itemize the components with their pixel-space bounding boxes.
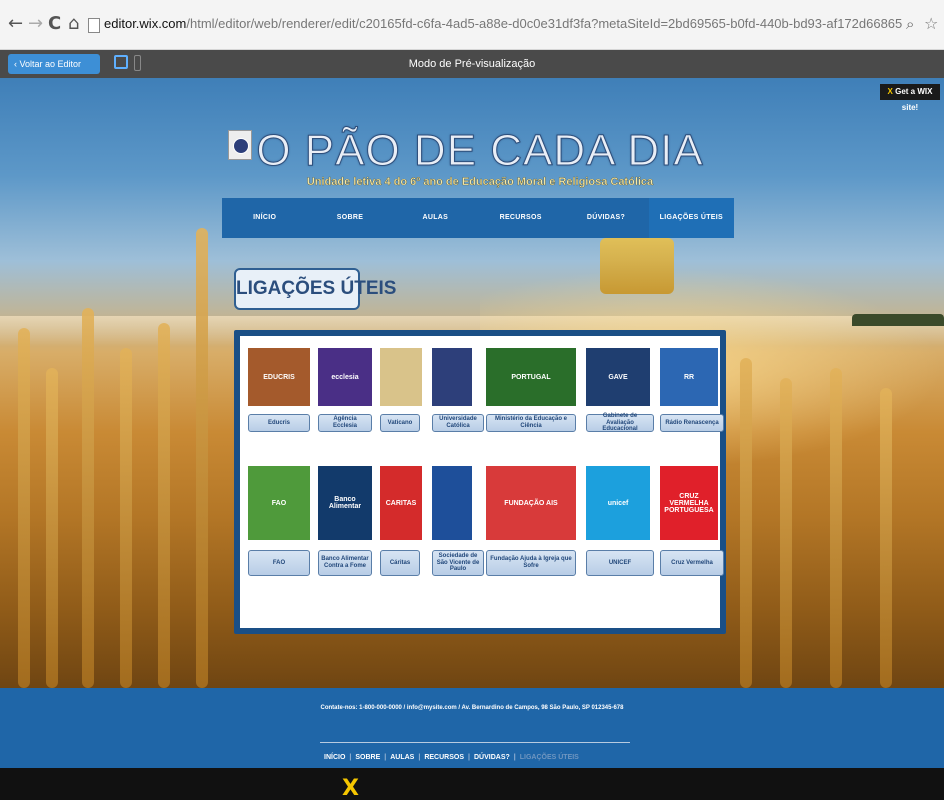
browser-toolbar: ← → C ⌂ editor.wix.com/html/editor/web/r… bbox=[0, 0, 944, 50]
wix-preview-bar: Modo de Pré-visualização ‹ Voltar ao Edi… bbox=[0, 50, 944, 78]
wheat-stalk bbox=[82, 308, 94, 688]
link-button[interactable]: Cruz Vermelha bbox=[660, 550, 724, 576]
wheat-stalk bbox=[18, 328, 30, 688]
wheat-stalk bbox=[880, 388, 892, 688]
page-icon bbox=[88, 18, 100, 33]
link-logo-image[interactable]: ecclesia bbox=[318, 348, 372, 406]
link-button[interactable]: Banco Alimentar Contra a Fome bbox=[318, 550, 372, 576]
back-to-editor-button[interactable]: ‹ Voltar ao Editor bbox=[8, 54, 100, 74]
footer-nav-sobre[interactable]: SOBRE bbox=[355, 754, 380, 761]
link-button[interactable]: Vaticano bbox=[380, 414, 420, 432]
back-arrow-icon[interactable]: ← bbox=[8, 14, 23, 34]
link-button[interactable]: Cáritas bbox=[380, 550, 420, 576]
menu-item-sobre[interactable]: SOBRE bbox=[307, 198, 392, 238]
link-logo-text: CARITAS bbox=[385, 499, 417, 507]
wix-logo-icon[interactable]: X bbox=[342, 776, 359, 801]
url-host: editor.wix.com bbox=[104, 16, 187, 31]
url-path: /html/editor/web/renderer/edit/c20165fd-… bbox=[186, 16, 902, 31]
site-title: O PÃO DE CADA DIA bbox=[256, 126, 704, 176]
get-wix-button[interactable]: X Get a WIX site! bbox=[880, 84, 940, 112]
link-logo-image[interactable]: PORTUGAL bbox=[486, 348, 576, 406]
link-button[interactable]: Agência Ecclesia bbox=[318, 414, 372, 432]
star-icon[interactable]: ☆ bbox=[924, 14, 938, 33]
footer-nav: INÍCIO | SOBRE | AULAS | RECURSOS | DÚVIDAS? | LIG… bbox=[324, 754, 579, 761]
footer-nav-inicio[interactable]: INÍCIO bbox=[324, 754, 345, 761]
magnifier-icon[interactable]: ⌕ bbox=[906, 15, 914, 33]
link-button[interactable]: Sociedade de São Vicente de Paulo bbox=[432, 550, 484, 576]
link-logo-text: ecclesia bbox=[331, 373, 359, 381]
link-logo-text: EDUCRIS bbox=[263, 373, 295, 381]
link-logo-text: unicef bbox=[607, 499, 629, 507]
wheat-stalk bbox=[830, 368, 842, 688]
page-heading: LIGAÇÕES ÚTEIS bbox=[234, 268, 396, 310]
links-grid: EDUCRIS Educris ecclesia Agência Ecclesia Va… bbox=[240, 336, 724, 628]
footer-nav-aulas[interactable]: AULAS bbox=[390, 754, 414, 761]
link-logo-text: PORTUGAL bbox=[511, 373, 551, 381]
reload-icon[interactable]: C bbox=[48, 14, 61, 34]
main-menu: INÍCIO SOBRE AULAS RECURSOS DÚVIDAS? LIG… bbox=[222, 198, 734, 238]
footer-nav-ligacoes[interactable]: LIGAÇÕES ÚTEIS bbox=[520, 754, 579, 761]
wheat-stalk bbox=[196, 228, 208, 688]
menu-item-ligacoes-uteis[interactable]: LIGAÇÕES ÚTEIS bbox=[648, 198, 734, 238]
menu-item-duvidas[interactable]: DÚVIDAS? bbox=[563, 198, 648, 238]
link-logo-image[interactable] bbox=[380, 348, 422, 406]
links-panel: EDUCRIS Educris ecclesia Agência Ecclesia Va… bbox=[234, 330, 726, 634]
link-logo-image[interactable]: unicef bbox=[586, 466, 650, 540]
link-logo-text: FUNDAÇÃO AIS bbox=[504, 499, 558, 507]
footer-contact: Contate-nos: 1-800-000-0000 / info@mysit… bbox=[320, 705, 624, 711]
link-logo-image[interactable]: CRUZ VERMELHA PORTUGUESA bbox=[660, 466, 718, 540]
link-logo-image[interactable]: Banco Alimentar bbox=[318, 466, 372, 540]
site-logo[interactable] bbox=[228, 130, 252, 160]
wheat-stalk bbox=[120, 348, 132, 688]
link-logo-image[interactable]: EDUCRIS bbox=[248, 348, 310, 406]
wheat-stalk bbox=[740, 358, 752, 688]
link-button[interactable]: Rádio Renascença bbox=[660, 414, 724, 432]
link-button[interactable]: FAO bbox=[248, 550, 310, 576]
link-logo-text: FAO bbox=[271, 499, 287, 507]
globe-icon bbox=[233, 138, 249, 154]
wheat-stalk bbox=[46, 368, 58, 688]
address-bar[interactable]: editor.wix.com/html/editor/web/renderer/… bbox=[104, 16, 902, 31]
preview-mode-label: Modo de Pré-visualização bbox=[408, 58, 536, 70]
link-logo-text: Banco Alimentar bbox=[328, 496, 362, 510]
link-button[interactable]: Ministério da Educação e Ciência bbox=[486, 414, 576, 432]
link-button[interactable]: Gabinete de Avaliação Educacional bbox=[586, 413, 654, 432]
link-logo-image[interactable] bbox=[432, 466, 472, 540]
link-button[interactable]: Educris bbox=[248, 414, 310, 432]
wheat-stalk bbox=[780, 378, 792, 688]
link-logo-image[interactable]: RR bbox=[660, 348, 718, 406]
link-logo-image[interactable] bbox=[432, 348, 472, 406]
desktop-view-icon[interactable] bbox=[114, 55, 128, 69]
wix-bottom-bar bbox=[0, 768, 944, 800]
home-icon[interactable]: ⌂ bbox=[68, 14, 79, 34]
link-logo-image[interactable]: FUNDAÇÃO AIS bbox=[486, 466, 576, 540]
forward-arrow-icon[interactable]: → bbox=[28, 14, 43, 34]
link-logo-text: GAVE bbox=[608, 373, 628, 381]
link-button[interactable]: Universidade Católica bbox=[432, 414, 484, 432]
mobile-view-icon[interactable] bbox=[134, 55, 141, 71]
menu-item-aulas[interactable]: AULAS bbox=[393, 198, 478, 238]
link-logo-text: CRUZ VERMELHA PORTUGUESA bbox=[664, 492, 714, 514]
harvester-image bbox=[600, 238, 674, 294]
back-to-editor-label: Voltar ao Editor bbox=[19, 59, 82, 69]
footer-nav-duvidas[interactable]: DÚVIDAS? bbox=[474, 754, 510, 761]
menu-item-recursos[interactable]: RECURSOS bbox=[478, 198, 563, 238]
site-subtitle: Unidade letiva 4 do 6º ano de Educação M… bbox=[306, 176, 654, 188]
link-logo-image[interactable]: FAO bbox=[248, 466, 310, 540]
link-button[interactable]: UNICEF bbox=[586, 550, 654, 576]
link-logo-image[interactable]: CARITAS bbox=[380, 466, 422, 540]
link-button[interactable]: Fundação Ajuda à Igreja que Sofre bbox=[486, 550, 576, 576]
footer-nav-recursos[interactable]: RECURSOS bbox=[424, 754, 464, 761]
tree-line bbox=[852, 314, 944, 326]
wheat-stalk bbox=[158, 323, 170, 688]
footer-divider bbox=[320, 742, 630, 743]
menu-item-inicio[interactable]: INÍCIO bbox=[222, 198, 307, 238]
link-logo-image[interactable]: GAVE bbox=[586, 348, 650, 406]
link-logo-text: RR bbox=[683, 373, 695, 381]
